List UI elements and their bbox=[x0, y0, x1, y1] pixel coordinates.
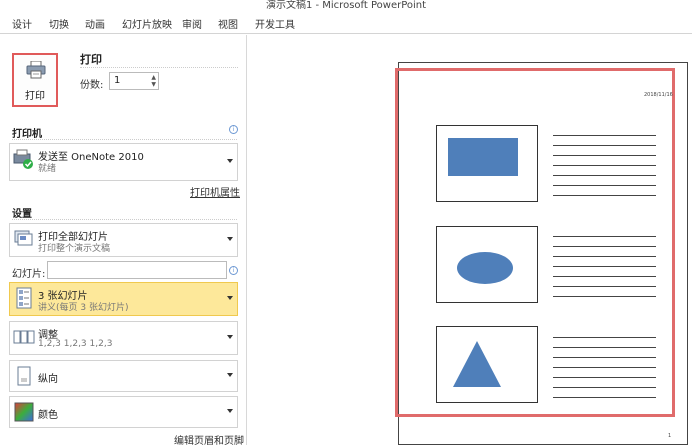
collate-icon bbox=[13, 330, 35, 344]
divider bbox=[12, 219, 237, 220]
notes-lines-1 bbox=[553, 135, 656, 205]
slide-thumbnail-3 bbox=[436, 326, 538, 403]
printer-status: 就绪 bbox=[38, 164, 57, 174]
window-title: 演示文稿1 - Microsoft PowerPoint bbox=[0, 0, 692, 12]
slides-stack-icon bbox=[14, 230, 33, 246]
preview-date: 2018/11/16 bbox=[644, 92, 673, 98]
tab-animations[interactable]: 动画 bbox=[85, 16, 105, 31]
print-button[interactable]: 打印 bbox=[12, 53, 58, 107]
onenote-printer-icon bbox=[13, 149, 33, 169]
copies-label: 份数: bbox=[80, 80, 104, 91]
color-select[interactable]: 颜色 bbox=[9, 396, 238, 428]
notes-lines-3 bbox=[553, 337, 656, 407]
collate-select[interactable]: 调整 1,2,3 1,2,3 1,2,3 bbox=[9, 321, 238, 355]
tab-view[interactable]: 视图 bbox=[218, 16, 238, 31]
printer-properties-link[interactable]: 打印机属性 bbox=[190, 184, 240, 199]
settings-heading: 设置 bbox=[12, 209, 32, 220]
color-swatch-icon bbox=[14, 402, 34, 422]
print-range-select[interactable]: 打印全部幻灯片 打印整个演示文稿 bbox=[9, 223, 238, 257]
notes-lines-2 bbox=[553, 236, 656, 306]
preview-page-number: 1 bbox=[668, 433, 672, 439]
tab-design[interactable]: 设计 bbox=[12, 16, 32, 31]
edit-header-footer-link[interactable]: 编辑页眉和页脚 bbox=[174, 432, 244, 445]
dropdown-arrow-icon bbox=[227, 237, 233, 241]
print-button-label: 打印 bbox=[25, 91, 45, 102]
dropdown-arrow-icon bbox=[227, 335, 233, 339]
printer-select[interactable]: 发送至 OneNote 2010 就绪 bbox=[9, 143, 238, 181]
copies-stepper[interactable]: 1 ▲ ▼ bbox=[109, 72, 159, 90]
dropdown-arrow-icon bbox=[227, 159, 233, 163]
print-range-sub: 打印整个演示文稿 bbox=[38, 244, 111, 254]
triangle-shape bbox=[453, 341, 501, 387]
printer-heading: 打印机 bbox=[12, 129, 42, 140]
slide-thumbnail-1 bbox=[436, 125, 538, 202]
rectangle-shape bbox=[448, 138, 518, 176]
slides-input[interactable] bbox=[47, 261, 227, 279]
dropdown-arrow-icon bbox=[227, 409, 233, 413]
tab-slideshow[interactable]: 幻灯片放映 bbox=[122, 16, 172, 31]
printer-icon bbox=[26, 61, 46, 79]
slide-thumbnail-2 bbox=[436, 226, 538, 303]
orientation-select[interactable]: 纵向 bbox=[9, 360, 238, 392]
print-settings-panel: 打印 打印 份数: 1 ▲ ▼ 打印机 i 发送至 OneNote 2010 就绪… bbox=[0, 35, 247, 445]
handout-icon bbox=[16, 287, 32, 309]
orientation-label: 纵向 bbox=[38, 374, 58, 385]
tab-developer[interactable]: 开发工具 bbox=[255, 16, 295, 31]
tab-review[interactable]: 审阅 bbox=[182, 16, 202, 31]
tab-transitions[interactable]: 切换 bbox=[49, 16, 69, 31]
collate-sub: 1,2,3 1,2,3 1,2,3 bbox=[38, 339, 113, 349]
ellipse-shape bbox=[457, 252, 513, 284]
slides-label: 幻灯片: bbox=[12, 269, 46, 280]
info-icon[interactable]: i bbox=[229, 125, 238, 134]
dropdown-arrow-icon bbox=[227, 373, 233, 377]
spin-arrows-icon[interactable]: ▲ ▼ bbox=[151, 74, 156, 88]
print-title: 打印 bbox=[80, 53, 102, 66]
layout-select[interactable]: 3 张幻灯片 讲义(每页 3 张幻灯片) bbox=[9, 282, 238, 316]
divider bbox=[12, 139, 237, 140]
layout-sub: 讲义(每页 3 张幻灯片) bbox=[38, 303, 129, 313]
ribbon-tabs: 设计 切换 动画 幻灯片放映 审阅 视图 开发工具 bbox=[0, 14, 692, 34]
copies-value: 1 bbox=[114, 75, 121, 86]
info-icon[interactable]: i bbox=[229, 266, 238, 275]
divider bbox=[80, 67, 238, 68]
portrait-page-icon bbox=[17, 366, 31, 386]
dropdown-arrow-icon bbox=[227, 296, 233, 300]
color-label: 颜色 bbox=[38, 410, 58, 421]
